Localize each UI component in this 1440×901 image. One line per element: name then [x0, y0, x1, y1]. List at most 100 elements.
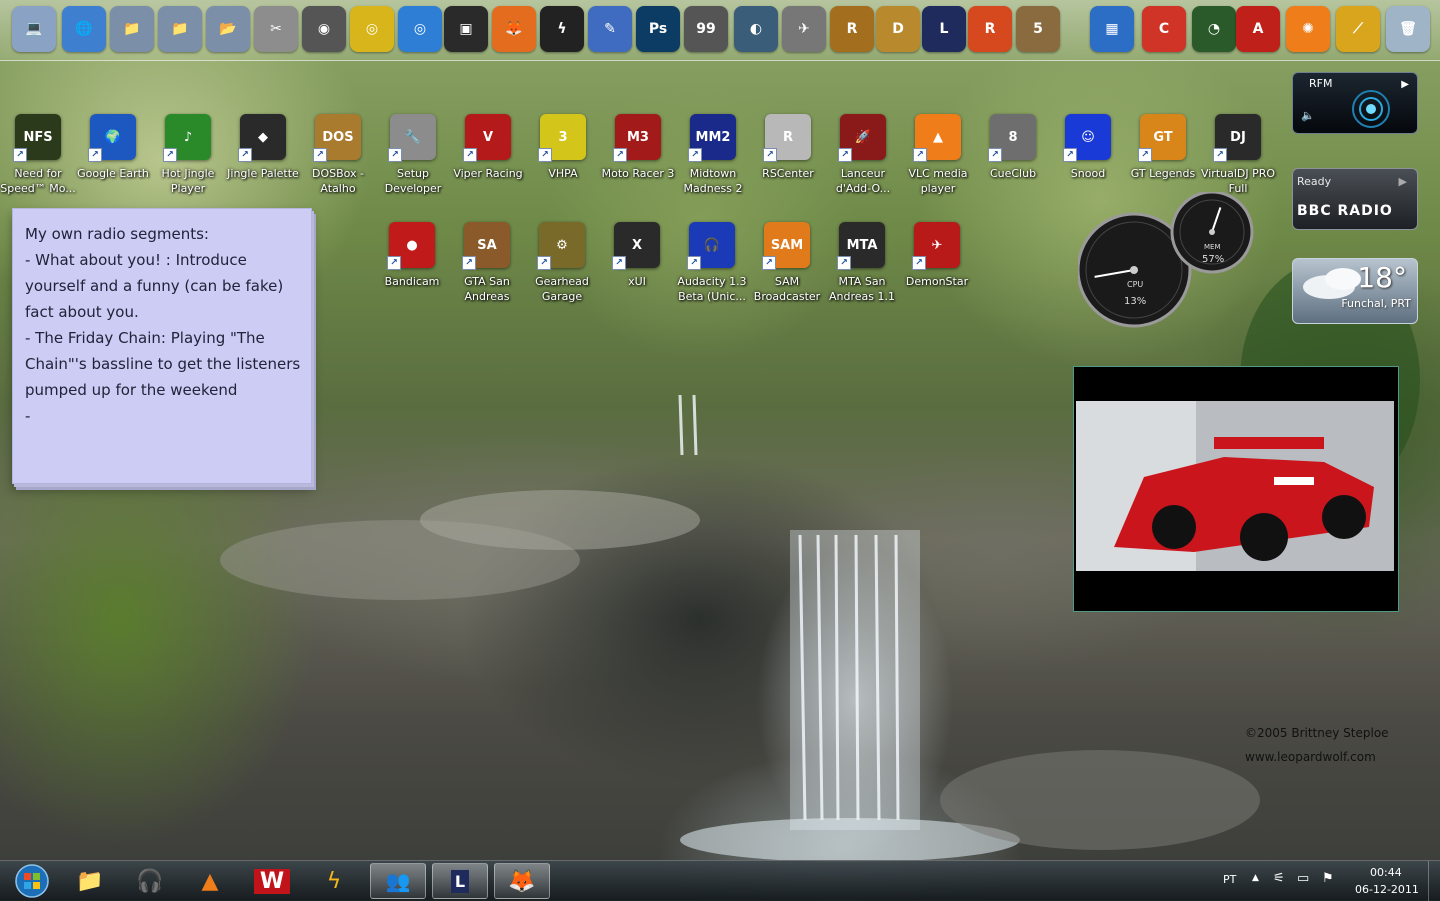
dock-recycle-bin-icon[interactable]: 🗑 [1386, 6, 1430, 52]
desktop-shortcut[interactable]: X ↗ xUI [599, 222, 675, 289]
language-indicator[interactable]: PT [1223, 873, 1236, 886]
dock-winamp-icon[interactable]: ϟ [540, 6, 584, 52]
taskbar-firefox[interactable]: 🦊 [494, 863, 550, 899]
taskbar-winamp[interactable]: ϟ [306, 863, 362, 899]
desktop-shortcut[interactable]: ◆ ↗ Jingle Palette [225, 114, 301, 181]
shortcut-app-icon: ● ↗ [387, 222, 435, 270]
dock-firefox-icon[interactable]: 🦊 [492, 6, 536, 52]
dock-dosbox-icon[interactable]: D [876, 6, 920, 52]
desktop-shortcut[interactable]: ♪ ↗ Hot Jingle Player [150, 114, 226, 196]
rfm-radio-gadget[interactable]: RFM ▶ 🔈 [1292, 72, 1418, 134]
bbc-radio-gadget[interactable]: Ready ▶ BBC RADIO [1292, 168, 1418, 230]
slideshow-gadget[interactable] [1073, 366, 1399, 612]
dock-folder-2-icon[interactable]: 📁 [158, 6, 202, 52]
dock-acrobat-icon[interactable]: A [1236, 6, 1280, 52]
desktop-shortcut[interactable]: SA ↗ GTA San Andreas [449, 222, 525, 304]
dock-avast-icon[interactable]: ✺ [1286, 6, 1330, 52]
dock-monitor-99-icon[interactable]: 99 [684, 6, 728, 52]
show-desktop-button[interactable] [1428, 861, 1440, 901]
desktop-shortcut[interactable]: ▲ ↗ VLC media player [900, 114, 976, 196]
desktop-shortcut[interactable]: R ↗ RSCenter [750, 114, 826, 181]
sticky-line: fact about you. [25, 303, 139, 321]
tray-expand-icon[interactable]: ▲ [1252, 873, 1259, 883]
desktop-shortcut[interactable]: MTA ↗ MTA San Andreas 1.1 [824, 222, 900, 304]
desktop-shortcut[interactable]: ⚙ ↗ Gearhead Garage [524, 222, 600, 304]
desktop-shortcut[interactable]: ✈ ↗ DemonStar [899, 222, 975, 289]
desktop-shortcut[interactable]: M3 ↗ Moto Racer 3 [600, 114, 676, 181]
dock-folder-1-icon[interactable]: 📁 [110, 6, 154, 52]
dock-lfs-icon[interactable]: L [922, 6, 966, 52]
shortcut-glyph: DJ [1230, 129, 1246, 145]
shortcut-app-icon: R ↗ [763, 114, 811, 162]
desktop-shortcut[interactable]: 🔧 ↗ Setup Developer [375, 114, 451, 196]
dock-tools-icon[interactable]: ✂ [254, 6, 298, 52]
sticky-line: Chain"'s bassline to get the listeners [25, 355, 301, 373]
shortcut-glyph: 🌍 [104, 129, 122, 145]
clock-date[interactable]: 06-12-2011 [1355, 883, 1419, 896]
dock-rally-icon[interactable]: R [830, 6, 874, 52]
desktop-shortcut[interactable]: ☺ ↗ Snood [1050, 114, 1126, 181]
desktop-shortcut[interactable]: V ↗ Viper Racing [450, 114, 526, 181]
desktop-shortcut[interactable]: 🌍 ↗ Google Earth [75, 114, 151, 181]
taskbar-audacity[interactable]: 🎧 [122, 863, 178, 899]
desktop-shortcut[interactable]: 8 ↗ CueClub [975, 114, 1051, 181]
dock-paint-icon[interactable]: ✎ [588, 6, 632, 52]
sticky-note[interactable]: My own radio segments: - What about you!… [12, 208, 312, 484]
shortcut-glyph: V [482, 129, 494, 145]
dock-ccleaner-icon[interactable]: C [1142, 6, 1186, 52]
weather-gadget[interactable]: 18° Funchal, PRT [1292, 258, 1418, 324]
clock-time[interactable]: 00:44 [1370, 866, 1402, 879]
dock-folder-3-icon[interactable]: 📂 [206, 6, 250, 52]
desktop-shortcut[interactable]: 🎧 ↗ Audacity 1.3 Beta (Unic... [674, 222, 750, 304]
dock-webcam-icon[interactable]: ▣ [444, 6, 488, 52]
taskbar-vlc[interactable]: ▲ [182, 863, 238, 899]
shortcut-app-icon: 🔧 ↗ [388, 114, 436, 162]
desktop-shortcut[interactable]: 🚀 ↗ Lanceur d'Add-O... [825, 114, 901, 196]
shortcut-arrow-icon: ↗ [88, 148, 102, 162]
dock-r-icon[interactable]: R [968, 6, 1012, 52]
lfs-icon: L [450, 869, 470, 893]
play-icon[interactable]: ▶ [1399, 175, 1407, 188]
desktop-shortcut[interactable]: ● ↗ Bandicam [374, 222, 450, 289]
start-button[interactable] [4, 863, 60, 899]
dock-cd-icon[interactable]: ◎ [350, 6, 394, 52]
flag-tray-icon[interactable]: ⚑ [1322, 871, 1334, 886]
dock-photoshop-icon[interactable]: Ps [636, 6, 680, 52]
taskbar-w-app[interactable]: W [244, 863, 300, 899]
network-tray-icon[interactable]: ⚟ [1273, 871, 1285, 886]
shortcut-glyph: 3 [558, 129, 568, 145]
dock-dvd-icon[interactable]: ◎ [398, 6, 442, 52]
dock-network-icon[interactable]: 🌐 [62, 6, 106, 52]
desktop-shortcut[interactable]: SAM ↗ SAM Broadcaster [749, 222, 825, 304]
shortcut-arrow-icon: ↗ [838, 148, 852, 162]
shortcut-label: MTA San Andreas 1.1 [829, 275, 895, 303]
desktop-shortcut[interactable]: DOS ↗ DOSBox - Atalho [300, 114, 376, 196]
windows-logo-icon [15, 864, 49, 898]
shortcut-glyph: ● [406, 237, 418, 253]
dock-windows-monitor-icon[interactable]: ▦ [1090, 6, 1134, 52]
shortcut-glyph: ✈ [931, 237, 943, 253]
taskbar-explorer[interactable]: 📁 [62, 863, 118, 899]
display-tray-icon[interactable]: ▭ [1297, 871, 1309, 886]
volume-icon[interactable]: 🔈 [1301, 109, 1315, 122]
shortcut-arrow-icon: ↗ [688, 148, 702, 162]
shortcut-arrow-icon: ↗ [613, 148, 627, 162]
dock-wand-icon[interactable]: ⟋ [1336, 6, 1380, 52]
play-icon[interactable]: ▶ [1401, 79, 1409, 90]
dock-mouse-icon[interactable]: ◔ [1192, 6, 1236, 52]
dock-speaker-icon[interactable]: ◉ [302, 6, 346, 52]
desktop-shortcut[interactable]: MM2 ↗ Midtown Madness 2 [675, 114, 751, 196]
desktop-shortcut[interactable]: NFS ↗ Need for Speed™ Mo... [0, 114, 76, 196]
taskbar-lfs[interactable]: L [432, 863, 488, 899]
shortcut-label: Audacity 1.3 Beta (Unic... [677, 275, 747, 303]
sticky-line: pumped up for the weekend [25, 381, 238, 399]
dock-rfactor-icon[interactable]: 5 [1016, 6, 1060, 52]
desktop-shortcut[interactable]: GT ↗ GT Legends [1125, 114, 1201, 181]
desktop-shortcut[interactable]: 3 ↗ VHPA [525, 114, 601, 181]
desktop-shortcut[interactable]: DJ ↗ VirtualDJ PRO Full [1200, 114, 1276, 196]
dock-plane-icon[interactable]: ✈ [782, 6, 826, 52]
cpu-meter-gadget[interactable]: CPU 13% MEM 57% [1076, 190, 1258, 332]
dock-computer-icon[interactable]: 💻 [12, 6, 56, 52]
taskbar-messenger[interactable]: 👥 [370, 863, 426, 899]
dock-teamspeak-icon[interactable]: ◐ [734, 6, 778, 52]
